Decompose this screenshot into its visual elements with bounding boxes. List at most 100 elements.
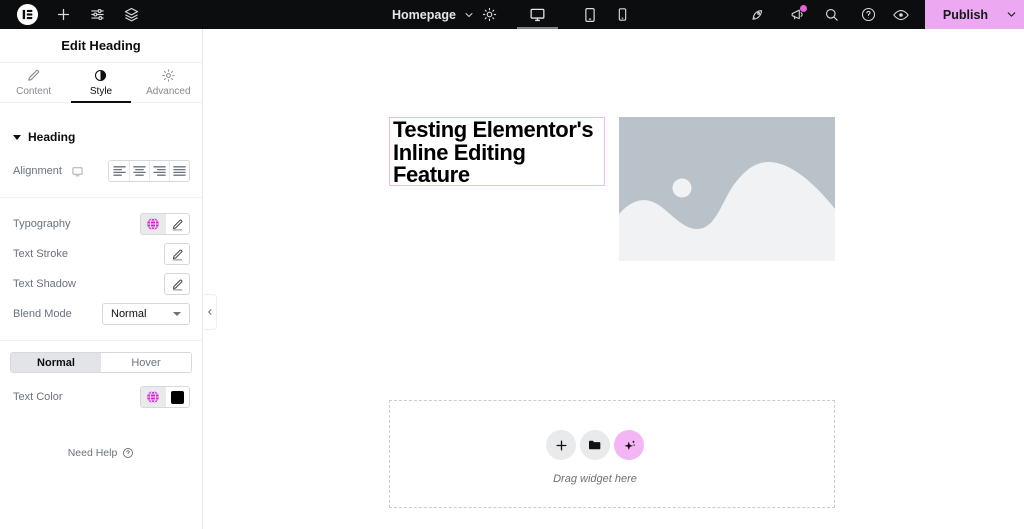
typography-control	[140, 213, 190, 235]
whats-new-button[interactable]	[784, 0, 810, 29]
state-tab-normal[interactable]: Normal	[11, 353, 101, 372]
blend-mode-select[interactable]: Normal	[102, 303, 190, 325]
align-left-button[interactable]	[109, 161, 129, 181]
align-center-icon	[133, 165, 146, 177]
edit-panel: Edit Heading Content Style	[0, 29, 203, 529]
device-desktop-button[interactable]	[517, 0, 557, 29]
text-color-control-row: Text Color	[0, 382, 202, 412]
alignment-button-group	[108, 160, 190, 182]
blend-mode-control-row: Blend Mode Normal	[0, 299, 202, 329]
typography-label: Typography	[13, 218, 70, 230]
state-tab-hover[interactable]: Hover	[101, 353, 191, 372]
color-swatch	[171, 391, 184, 404]
section-heading-label: Heading	[28, 130, 75, 144]
state-tabs: Normal Hover	[10, 352, 192, 373]
elementor-menu-button[interactable]	[14, 0, 40, 29]
rocket-icon	[749, 6, 766, 23]
heading-line: Feature	[393, 164, 604, 187]
add-template-button[interactable]	[580, 430, 610, 460]
site-settings-button[interactable]	[477, 0, 501, 29]
publish-options-button[interactable]	[998, 8, 1024, 21]
tab-advanced-label: Advanced	[146, 86, 190, 97]
panel-header: Edit Heading	[0, 29, 202, 63]
typography-control-row: Typography	[0, 209, 202, 239]
sparkles-icon	[621, 437, 638, 454]
heading-widget[interactable]: Testing Elementor's Inline Editing Featu…	[389, 117, 605, 186]
chevron-down-icon	[463, 9, 475, 21]
text-stroke-control-row: Text Stroke	[0, 239, 202, 269]
align-justify-icon	[173, 165, 186, 177]
chevron-down-icon	[1005, 8, 1018, 21]
image-placeholder-graphic	[619, 117, 835, 261]
preview-button[interactable]	[888, 0, 914, 29]
text-color-swatch-button[interactable]	[165, 387, 189, 407]
text-color-label: Text Color	[13, 391, 63, 403]
globe-icon	[146, 217, 160, 231]
drag-widget-hint: Drag widget here	[553, 473, 637, 485]
text-shadow-control-row: Text Shadow	[0, 269, 202, 299]
need-help-link[interactable]: Need Help	[0, 447, 202, 459]
publish-button[interactable]: Publish	[925, 0, 1024, 29]
add-widget-button[interactable]	[546, 430, 576, 460]
tab-style[interactable]: Style	[67, 63, 134, 102]
text-shadow-label: Text Shadow	[13, 278, 76, 290]
document-switcher[interactable]: Homepage	[392, 0, 475, 29]
pencil-icon	[171, 248, 184, 261]
layers-icon	[123, 6, 140, 23]
site-settings-gear-icon	[481, 6, 498, 23]
editor-canvas: Testing Elementor's Inline Editing Featu…	[204, 29, 1024, 529]
eye-icon	[892, 6, 910, 24]
structure-button[interactable]	[120, 0, 142, 29]
contrast-icon	[93, 68, 108, 83]
ai-builder-button[interactable]	[614, 430, 644, 460]
text-color-control	[140, 386, 190, 408]
align-center-button[interactable]	[129, 161, 149, 181]
monitor-icon[interactable]	[71, 165, 84, 178]
help-button[interactable]	[855, 0, 881, 29]
global-settings-button[interactable]	[86, 0, 108, 29]
add-element-button[interactable]	[52, 0, 74, 29]
heading-line: Testing Elementor's	[393, 119, 604, 142]
active-device-indicator	[517, 27, 558, 29]
tab-content-label: Content	[16, 86, 51, 97]
panel-title: Edit Heading	[61, 38, 140, 53]
align-right-button[interactable]	[149, 161, 169, 181]
question-circle-icon	[122, 447, 134, 459]
panel-collapse-handle[interactable]	[204, 294, 217, 330]
document-name: Homepage	[392, 8, 456, 22]
text-color-global-button[interactable]	[141, 387, 165, 407]
text-stroke-edit-button[interactable]	[164, 243, 190, 265]
empty-section-dropzone[interactable]: Drag widget here	[389, 400, 835, 508]
device-mobile-button[interactable]	[602, 0, 642, 29]
desktop-icon	[528, 5, 547, 24]
tab-advanced[interactable]: Advanced	[135, 63, 202, 102]
select-caret-icon	[173, 312, 181, 316]
section-heading-toggle[interactable]: Heading	[13, 130, 202, 144]
checklist-button[interactable]	[744, 0, 770, 29]
finder-button[interactable]	[818, 0, 844, 29]
publish-label: Publish	[925, 8, 998, 22]
typography-edit-button[interactable]	[165, 214, 189, 234]
blend-mode-label: Blend Mode	[13, 308, 72, 320]
elementor-logo	[16, 3, 39, 26]
gear-icon	[161, 68, 176, 83]
chevron-left-icon	[206, 308, 214, 316]
help-icon	[860, 6, 877, 23]
align-justify-button[interactable]	[169, 161, 189, 181]
panel-tabs: Content Style Advanced	[0, 63, 202, 103]
typography-global-button[interactable]	[141, 214, 165, 234]
elementor-editor: Homepage	[0, 0, 1024, 529]
tab-style-label: Style	[90, 86, 112, 97]
text-shadow-edit-button[interactable]	[164, 273, 190, 295]
tab-content[interactable]: Content	[0, 63, 67, 102]
text-stroke-label: Text Stroke	[13, 248, 68, 260]
image-placeholder-widget[interactable]	[619, 117, 835, 261]
heading-line: Inline Editing	[393, 142, 604, 165]
align-left-icon	[113, 165, 126, 177]
top-bar: Homepage	[0, 0, 1024, 29]
need-help-label: Need Help	[68, 447, 118, 459]
tablet-icon	[581, 6, 599, 24]
dropzone-actions	[546, 430, 644, 460]
pencil-icon	[26, 68, 41, 83]
caret-down-icon	[13, 135, 21, 140]
